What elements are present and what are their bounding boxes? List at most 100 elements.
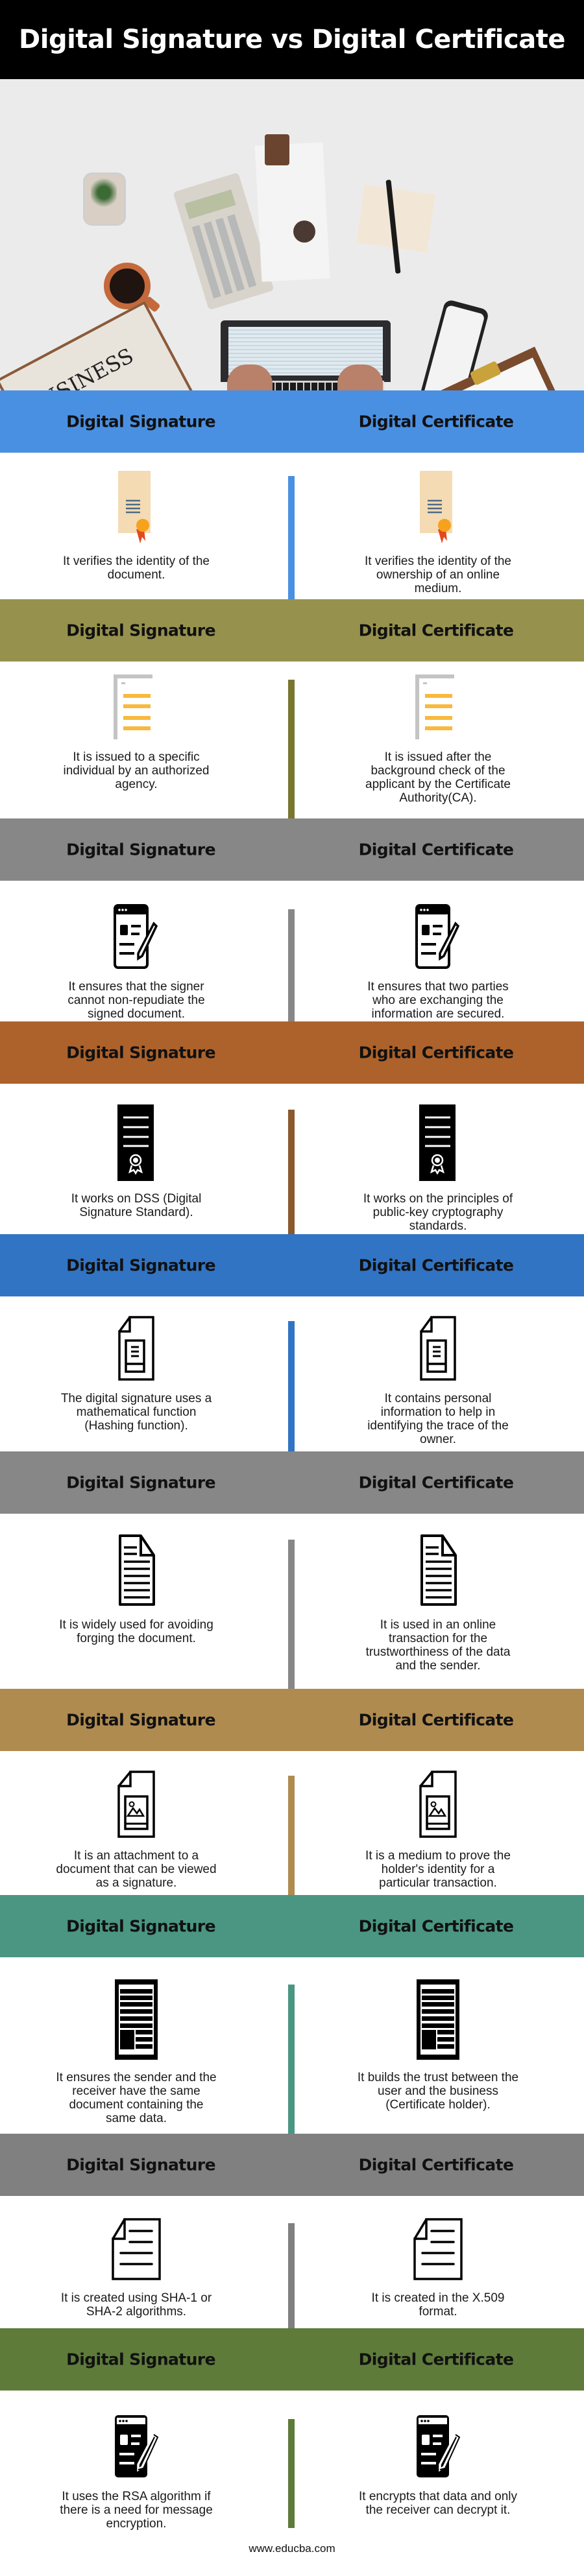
column-divider bbox=[288, 1540, 295, 1689]
newspaper-icon bbox=[115, 1979, 158, 2063]
signature-cell: The digital signature uses a mathematica… bbox=[0, 1316, 273, 1433]
column-header-band: Digital Signature Digital Certificate bbox=[0, 1234, 584, 1296]
signature-description: The digital signature uses a mathematica… bbox=[60, 1392, 212, 1433]
comparison-row: It is widely used for avoiding forging t… bbox=[0, 1514, 584, 1689]
header-digital-certificate: Digital Certificate bbox=[358, 1473, 514, 1492]
header-digital-signature: Digital Signature bbox=[66, 2350, 215, 2369]
file-image-icon bbox=[117, 1771, 155, 1841]
signature-description: It works on DSS (Digital Signature Stand… bbox=[71, 1192, 202, 1219]
certificate-cell: It is issued after the background check … bbox=[302, 674, 574, 805]
certificate-cell: It works on the principles of public-key… bbox=[302, 1104, 574, 1233]
header-digital-certificate: Digital Certificate bbox=[358, 1043, 514, 1062]
certificate-cell: It is used in an online transaction for … bbox=[302, 1534, 574, 1673]
newspaper-headline: BUSINESS bbox=[23, 343, 138, 390]
signature-cell: It ensures that the signer cannot non-re… bbox=[0, 904, 273, 1021]
signature-cell: It works on DSS (Digital Signature Stand… bbox=[0, 1104, 273, 1219]
certificate-cell: It is created in the X.509 format. bbox=[302, 2218, 574, 2319]
page-icon bbox=[413, 2218, 463, 2284]
browser-edit-solid-icon bbox=[415, 2414, 461, 2482]
signature-description: It verifies the identity of the document… bbox=[62, 555, 210, 582]
signature-cell: It ensures the sender and the receiver h… bbox=[0, 1979, 273, 2125]
certificate-cell: It builds the trust between the user and… bbox=[302, 1979, 574, 2112]
certificate-description: It contains personal information to help… bbox=[367, 1392, 509, 1446]
header-digital-signature: Digital Signature bbox=[66, 412, 215, 431]
signature-cell: It is widely used for avoiding forging t… bbox=[0, 1534, 273, 1645]
list-document-icon bbox=[415, 674, 461, 743]
header-digital-certificate: Digital Certificate bbox=[358, 1256, 514, 1275]
column-divider bbox=[288, 476, 295, 599]
header-digital-certificate: Digital Certificate bbox=[358, 1710, 514, 1730]
plant-leaves bbox=[91, 176, 117, 209]
column-divider bbox=[288, 1985, 295, 2134]
certificate-description: It builds the trust between the user and… bbox=[357, 2071, 519, 2112]
header-digital-signature: Digital Signature bbox=[66, 621, 215, 640]
header-digital-signature: Digital Signature bbox=[66, 1473, 215, 1492]
certificate-cell: It contains personal information to help… bbox=[302, 1316, 574, 1446]
certificate-award-icon bbox=[117, 1104, 155, 1184]
header-digital-signature: Digital Signature bbox=[66, 840, 215, 859]
column-header-band: Digital Signature Digital Certificate bbox=[0, 1689, 584, 1751]
signature-cell: It is issued to a specific individual by… bbox=[0, 674, 273, 791]
column-header-band: Digital Signature Digital Certificate bbox=[0, 1451, 584, 1514]
signature-description: It uses the RSA algorithm if there is a … bbox=[60, 2490, 213, 2531]
page-title: Digital Signature vs Digital Certificate bbox=[19, 25, 565, 54]
comparison-row: It uses the RSA algorithm if there is a … bbox=[0, 2391, 584, 2536]
certificate-description: It verifies the identity of the ownershi… bbox=[364, 555, 511, 595]
newspaper-icon bbox=[417, 1979, 459, 2063]
signature-description: It ensures that the signer cannot non-re… bbox=[67, 980, 205, 1021]
file-text-icon bbox=[420, 1316, 456, 1384]
header-digital-certificate: Digital Certificate bbox=[358, 1916, 514, 1936]
browser-edit-icon bbox=[415, 904, 461, 972]
certificate-description: It is issued after the background check … bbox=[365, 750, 511, 805]
file-text-icon bbox=[118, 1316, 154, 1384]
header-digital-signature: Digital Signature bbox=[66, 2155, 215, 2175]
certificate-cell: It encrypts that data and only the recei… bbox=[302, 2414, 574, 2517]
comparison-row: It works on DSS (Digital Signature Stand… bbox=[0, 1084, 584, 1234]
column-header-band: Digital Signature Digital Certificate bbox=[0, 599, 584, 662]
header-digital-signature: Digital Signature bbox=[66, 1916, 215, 1936]
signature-cell: It is an attachment to a document that c… bbox=[0, 1771, 273, 1890]
browser-edit-icon bbox=[114, 904, 159, 972]
certificate-scroll-icon bbox=[118, 471, 154, 547]
header-digital-signature: Digital Signature bbox=[66, 1043, 215, 1062]
stamp bbox=[265, 134, 289, 165]
newspaper: BUSINESS bbox=[0, 300, 212, 390]
hero-photo: BUSINESS bbox=[0, 79, 584, 390]
signature-cell: It verifies the identity of the document… bbox=[0, 471, 273, 582]
column-header-band: Digital Signature Digital Certificate bbox=[0, 1021, 584, 1084]
comparison-row: It is issued to a specific individual by… bbox=[0, 662, 584, 818]
header-digital-certificate: Digital Certificate bbox=[358, 621, 514, 640]
document-lines-icon bbox=[419, 1534, 457, 1610]
column-divider bbox=[288, 2223, 295, 2328]
column-header-band: Digital Signature Digital Certificate bbox=[0, 818, 584, 881]
comparison-row: It verifies the identity of the document… bbox=[0, 453, 584, 599]
certificate-cell: It verifies the identity of the ownershi… bbox=[302, 471, 574, 595]
column-divider bbox=[288, 2419, 295, 2528]
stamp-knob bbox=[293, 221, 315, 243]
column-divider bbox=[288, 680, 295, 818]
column-header-band: Digital Signature Digital Certificate bbox=[0, 2134, 584, 2196]
certificate-description: It is used in an online transaction for … bbox=[365, 1618, 511, 1673]
column-header-band: Digital Signature Digital Certificate bbox=[0, 2328, 584, 2391]
signature-description: It is widely used for avoiding forging t… bbox=[59, 1618, 213, 1645]
header-digital-certificate: Digital Certificate bbox=[358, 2155, 514, 2175]
comparison-row: It ensures the sender and the receiver h… bbox=[0, 1957, 584, 2134]
certificate-description: It is created in the X.509 format. bbox=[371, 2291, 505, 2319]
certificate-scroll-icon bbox=[420, 471, 456, 547]
certificate-description: It works on the principles of public-key… bbox=[363, 1192, 513, 1233]
certificate-award-icon bbox=[419, 1104, 457, 1184]
certificate-description: It encrypts that data and only the recei… bbox=[359, 2490, 517, 2517]
signature-description: It is created using SHA-1 or SHA-2 algor… bbox=[60, 2291, 212, 2319]
list-document-icon bbox=[114, 674, 159, 743]
signature-description: It ensures the sender and the receiver h… bbox=[56, 2071, 217, 2125]
column-header-band: Digital Signature Digital Certificate bbox=[0, 390, 584, 453]
signature-cell: It uses the RSA algorithm if there is a … bbox=[0, 2414, 273, 2531]
column-divider bbox=[288, 1776, 295, 1895]
comparison-row: It is created using SHA-1 or SHA-2 algor… bbox=[0, 2196, 584, 2328]
document-lines-icon bbox=[117, 1534, 155, 1610]
signature-description: It is issued to a specific individual by… bbox=[63, 750, 210, 791]
header-digital-signature: Digital Signature bbox=[66, 1256, 215, 1275]
file-image-icon bbox=[419, 1771, 457, 1841]
header-digital-signature: Digital Signature bbox=[66, 1710, 215, 1730]
page-icon bbox=[112, 2218, 161, 2284]
